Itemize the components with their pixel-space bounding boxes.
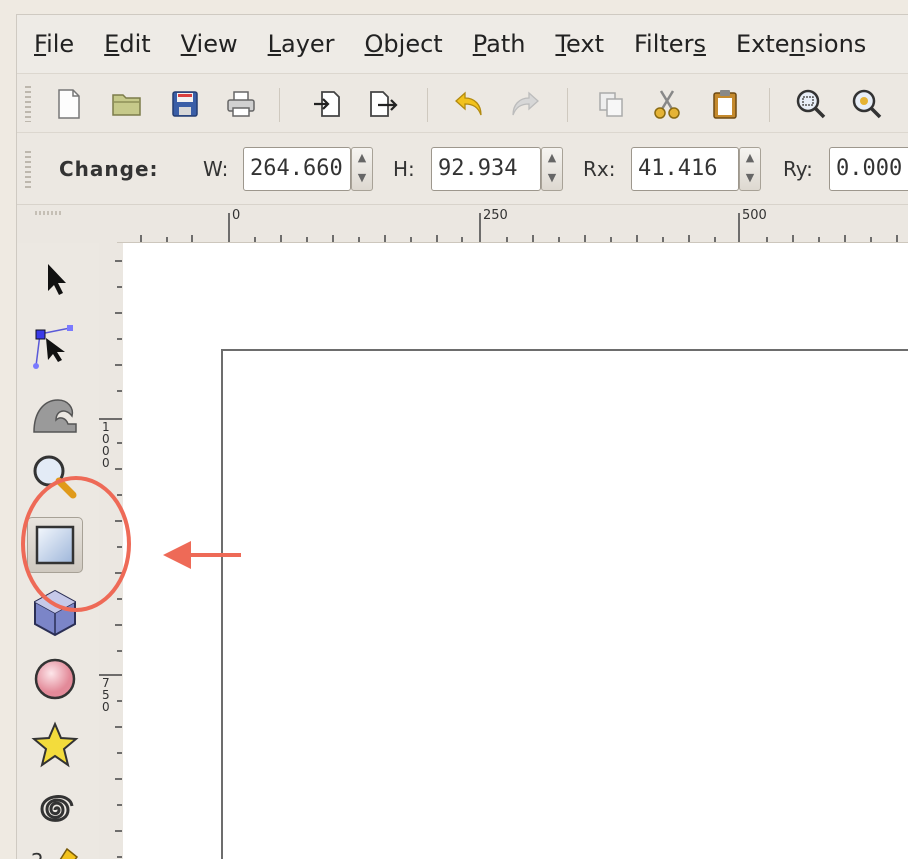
horizontal-ruler[interactable]: 0 250 500 bbox=[117, 205, 908, 243]
ry-field[interactable]: 0.000 bbox=[829, 147, 908, 191]
import-icon[interactable] bbox=[311, 88, 343, 120]
redo-icon[interactable] bbox=[509, 88, 541, 120]
change-label: Change: bbox=[59, 157, 159, 181]
ruler-label-750: 750 bbox=[102, 676, 110, 714]
toolbar-separator bbox=[567, 88, 568, 122]
ruler-label-500: 500 bbox=[742, 208, 767, 223]
paste-icon[interactable] bbox=[709, 88, 741, 120]
highlight-circle bbox=[21, 476, 131, 612]
zoom-drawing-icon[interactable] bbox=[851, 88, 883, 120]
inkscape-window: File Edit View Layer Object Path Text Fi… bbox=[16, 14, 908, 859]
pencil-tool-label: 2 bbox=[31, 849, 44, 859]
menubar: File Edit View Layer Object Path Text Fi… bbox=[17, 15, 908, 73]
menu-text[interactable]: Text bbox=[555, 30, 604, 58]
ruler-corner-grip bbox=[35, 211, 61, 215]
open-folder-icon[interactable] bbox=[111, 88, 143, 120]
toolbar-separator bbox=[427, 88, 428, 122]
menu-file[interactable]: File bbox=[34, 30, 74, 58]
node-tool[interactable] bbox=[27, 317, 83, 373]
cut-icon[interactable] bbox=[651, 88, 683, 120]
circle-icon bbox=[34, 658, 76, 700]
height-stepper[interactable]: ▲ ▼ bbox=[541, 147, 563, 191]
node-edit-icon bbox=[33, 325, 73, 369]
rx-field[interactable]: 41.416 bbox=[631, 147, 739, 191]
tweak-tool[interactable] bbox=[27, 385, 83, 441]
pencil-tool[interactable]: 2 bbox=[27, 845, 83, 859]
selector-tool[interactable] bbox=[27, 251, 83, 307]
star-icon bbox=[31, 721, 79, 768]
ruler-corner bbox=[17, 205, 117, 243]
tweak-wave-icon bbox=[33, 399, 77, 433]
arrow-pointer-icon bbox=[48, 264, 66, 295]
width-field[interactable]: 264.660 bbox=[243, 147, 351, 191]
commands-toolbar bbox=[17, 73, 908, 133]
ruler-label-250: 250 bbox=[483, 208, 508, 223]
toolbar-grip[interactable] bbox=[25, 86, 31, 122]
zoom-selection-icon[interactable] bbox=[795, 88, 827, 120]
height-label: H: bbox=[393, 157, 415, 181]
rx-stepper[interactable]: ▲ ▼ bbox=[739, 147, 761, 191]
export-icon[interactable] bbox=[367, 88, 399, 120]
pencil-icon bbox=[59, 847, 79, 859]
height-field[interactable]: 92.934 bbox=[431, 147, 541, 191]
menu-layer[interactable]: Layer bbox=[268, 30, 335, 58]
width-label: W: bbox=[203, 157, 229, 181]
toolbar-separator bbox=[769, 88, 770, 122]
undo-icon[interactable] bbox=[453, 88, 485, 120]
spiral-tool[interactable] bbox=[27, 781, 83, 837]
left-arrow-icon bbox=[163, 541, 241, 569]
tool-controls-bar: Change: W: 264.660 ▲ ▼ H: 92.934 ▲ ▼ Rx: 4… bbox=[17, 133, 908, 205]
ellipse-tool[interactable] bbox=[27, 651, 83, 707]
rx-label: Rx: bbox=[583, 157, 616, 181]
menu-edit[interactable]: Edit bbox=[104, 30, 150, 58]
toolbar-separator bbox=[279, 88, 280, 122]
duplicate-icon[interactable] bbox=[595, 88, 627, 120]
print-icon[interactable] bbox=[225, 88, 257, 120]
menu-path[interactable]: Path bbox=[473, 30, 526, 58]
new-document-icon[interactable] bbox=[53, 88, 85, 120]
ruler-label-0: 0 bbox=[232, 208, 241, 223]
toolbar-grip[interactable] bbox=[25, 151, 31, 189]
spiral-icon bbox=[40, 795, 74, 822]
width-stepper[interactable]: ▲ ▼ bbox=[351, 147, 373, 191]
page-boundary bbox=[221, 349, 908, 859]
ruler-label-1000: 1000 bbox=[102, 420, 110, 470]
save-icon[interactable] bbox=[169, 88, 201, 120]
menu-view[interactable]: View bbox=[181, 30, 238, 58]
ry-label: Ry: bbox=[783, 157, 813, 181]
menu-extensions[interactable]: Extensions bbox=[736, 30, 866, 58]
star-tool[interactable] bbox=[27, 717, 83, 773]
menu-filters[interactable]: Filters bbox=[634, 30, 706, 58]
menu-object[interactable]: Object bbox=[365, 30, 443, 58]
